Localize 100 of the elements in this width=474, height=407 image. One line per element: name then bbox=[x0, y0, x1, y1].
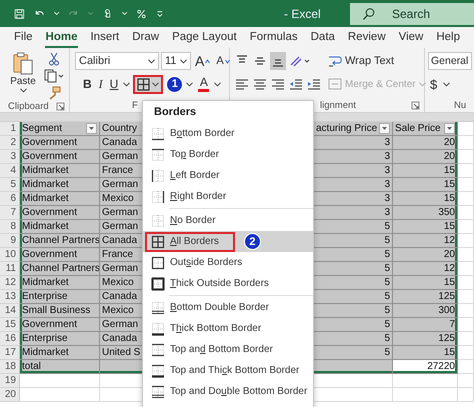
table-cell: Government bbox=[20, 150, 100, 164]
menu-item[interactable]: Top and Thick Bottom Border bbox=[143, 360, 313, 381]
group-label: Clipboard bbox=[8, 100, 49, 112]
table-cell: 7 bbox=[393, 318, 458, 332]
row-number: 14 bbox=[0, 304, 20, 318]
ribbon-tab[interactable]: Formulas bbox=[248, 27, 299, 48]
search-field[interactable]: Search bbox=[350, 2, 474, 24]
callout-badge: 1 bbox=[166, 76, 184, 92]
wrap-text-button[interactable]: Wrap Text bbox=[328, 52, 394, 70]
table-cell: Government bbox=[20, 206, 100, 220]
row-number: 5 bbox=[0, 178, 20, 192]
border-icon bbox=[151, 342, 165, 356]
grow-font-button[interactable]: A bbox=[193, 52, 212, 70]
table-cell: 125 bbox=[393, 290, 458, 304]
table-cell: Midmarket bbox=[20, 346, 100, 360]
row-number: 12 bbox=[0, 276, 20, 290]
border-icon bbox=[151, 256, 165, 270]
table-cell: Government bbox=[20, 318, 100, 332]
ribbon-tab[interactable]: Data bbox=[310, 27, 336, 48]
ribbon-tab[interactable]: Page Layout bbox=[171, 27, 238, 48]
filter-button[interactable] bbox=[444, 123, 455, 134]
save-icon[interactable] bbox=[14, 6, 25, 20]
row-number: 13 bbox=[0, 290, 20, 304]
table-cell: 3 bbox=[314, 192, 393, 206]
table-cell: 15 bbox=[393, 178, 458, 192]
table-cell: 3 bbox=[314, 136, 393, 150]
border-icon bbox=[151, 214, 165, 228]
align-left-icon bbox=[235, 77, 249, 91]
table-cell: 5 bbox=[314, 304, 393, 318]
caret-icon bbox=[152, 82, 160, 86]
align-bottom-button[interactable] bbox=[270, 52, 286, 70]
ribbon-tab[interactable]: Help bbox=[435, 27, 462, 48]
table-cell: Enterprise bbox=[20, 332, 100, 346]
font-size-field[interactable]: 11 bbox=[161, 52, 191, 70]
column-header: Segment bbox=[20, 122, 100, 136]
borders-button[interactable] bbox=[133, 74, 164, 94]
column-header: acturing Price bbox=[314, 122, 393, 136]
table-cell: 5 bbox=[314, 220, 393, 234]
dropdown-caret bbox=[54, 11, 60, 16]
filter-button[interactable] bbox=[379, 123, 390, 134]
merge-icon bbox=[328, 77, 342, 91]
merge-center-button: Merge & Center bbox=[328, 75, 426, 93]
paste-button[interactable]: Paste bbox=[8, 51, 38, 100]
font-name-field[interactable]: Calibri bbox=[75, 52, 159, 70]
ribbon-tab[interactable]: Draw bbox=[131, 27, 160, 48]
row-number: 19 bbox=[0, 374, 20, 388]
row-number: 15 bbox=[0, 318, 20, 332]
font-color-button[interactable]: A bbox=[196, 75, 212, 93]
caret-icon bbox=[446, 126, 453, 131]
row-number: 3 bbox=[0, 150, 20, 164]
border-icon bbox=[151, 384, 165, 398]
menu-item[interactable]: All Borders 2 bbox=[143, 231, 313, 252]
row-number: 6 bbox=[0, 192, 20, 206]
copy-button[interactable] bbox=[43, 68, 65, 83]
border-icon bbox=[151, 322, 165, 336]
menu-title: Borders bbox=[153, 105, 198, 120]
filter-button[interactable] bbox=[86, 123, 97, 134]
table-cell: total bbox=[20, 360, 100, 374]
table-cell: 3 bbox=[314, 206, 393, 220]
ribbon-tab[interactable]: Insert bbox=[89, 27, 120, 48]
dropdown-caret bbox=[88, 11, 94, 16]
ribbon-tab[interactable]: View bbox=[398, 27, 424, 48]
italic-button[interactable]: I bbox=[96, 75, 105, 93]
table-cell: 15 bbox=[393, 192, 458, 206]
underline-button[interactable]: U bbox=[108, 75, 120, 93]
table-cell: 5 bbox=[314, 346, 393, 360]
table-cell: 3 bbox=[314, 150, 393, 164]
currency-button[interactable]: $ bbox=[428, 75, 440, 93]
bold-button[interactable]: B bbox=[81, 75, 94, 93]
border-icon bbox=[151, 126, 165, 140]
border-icon bbox=[151, 234, 165, 248]
table-cell: 5 bbox=[314, 332, 393, 346]
dropdown-caret bbox=[186, 82, 194, 86]
dialog-launcher-icon[interactable] bbox=[411, 101, 420, 110]
row-number: 9 bbox=[0, 234, 20, 248]
table-cell: 5 bbox=[314, 290, 393, 304]
table-cell: 15 bbox=[393, 346, 458, 360]
table-cell: Midmarket bbox=[20, 178, 100, 192]
table-cell: 5 bbox=[314, 318, 393, 332]
table-cell: 20 bbox=[393, 136, 458, 150]
row-number: 7 bbox=[0, 206, 20, 220]
table-cell: 15 bbox=[393, 164, 458, 178]
ribbon-tab[interactable]: File bbox=[13, 27, 34, 48]
number-format-field[interactable]: General bbox=[428, 52, 472, 70]
row-number: 17 bbox=[0, 346, 20, 360]
table-cell: 15 bbox=[393, 276, 458, 290]
table-cell: Government bbox=[20, 136, 100, 150]
ribbon-tab[interactable]: Review bbox=[346, 27, 387, 48]
border-icon bbox=[151, 190, 165, 204]
orientation-icon bbox=[289, 54, 311, 68]
wrap-text-icon bbox=[328, 54, 342, 68]
grid-icon bbox=[137, 78, 150, 90]
shrink-font-button[interactable]: A bbox=[214, 52, 232, 70]
menu-item[interactable]: Top and Double Bottom Border bbox=[143, 381, 313, 402]
table-cell: 12 bbox=[393, 262, 458, 276]
border-icon bbox=[151, 148, 165, 162]
decrease-indent-icon bbox=[289, 77, 303, 91]
search-icon bbox=[362, 6, 376, 20]
dialog-launcher-icon[interactable] bbox=[56, 102, 65, 110]
caret-up-icon bbox=[205, 58, 210, 64]
